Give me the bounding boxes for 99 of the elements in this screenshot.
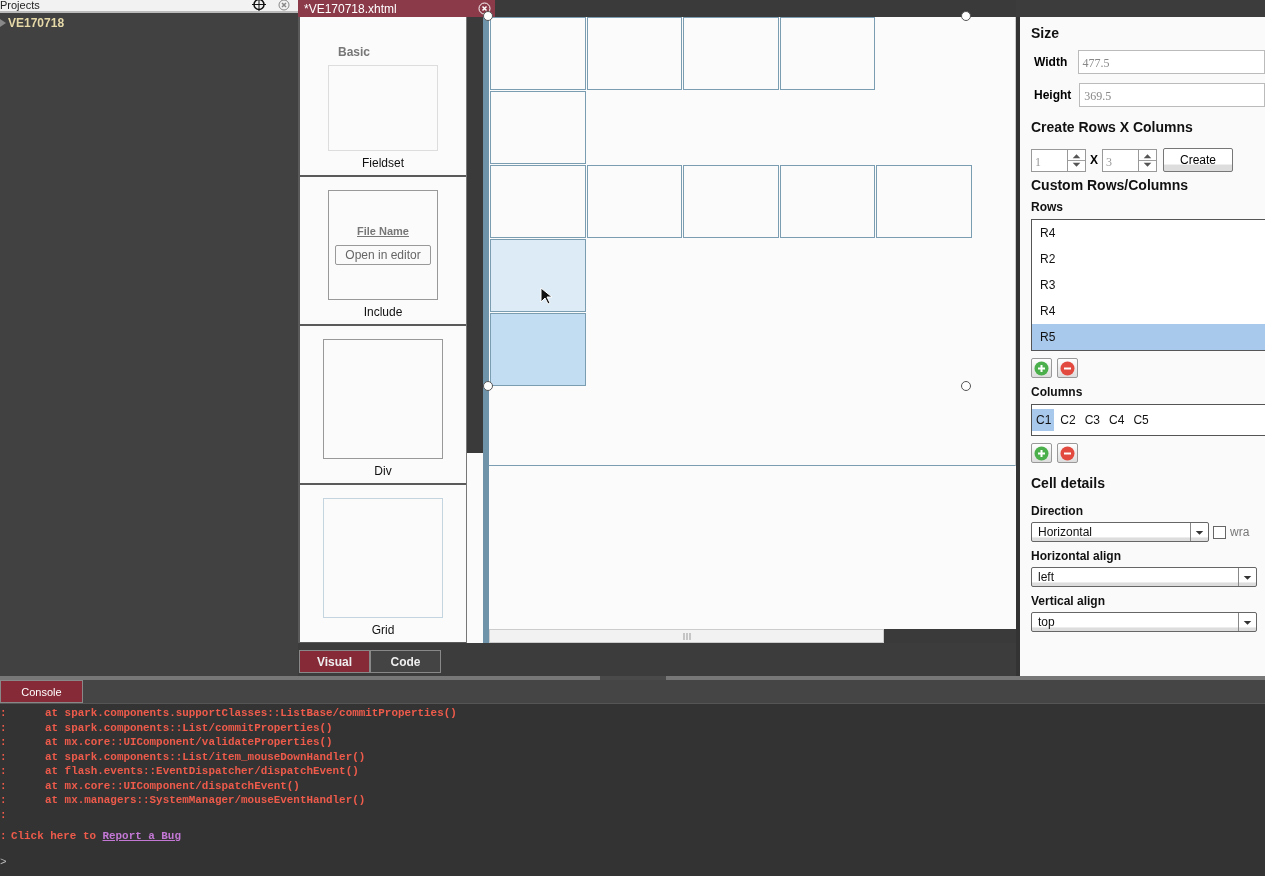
console-prompt: >	[0, 855, 8, 868]
resize-handle[interactable]	[483, 381, 493, 391]
editor-tab[interactable]: *VE170718.xhtml	[298, 0, 495, 17]
panel-title: Projects	[0, 0, 41, 11]
spinner-arrows-icon	[1067, 149, 1085, 171]
grid-cell[interactable]	[586, 165, 682, 238]
view-tab[interactable]: Visual	[299, 650, 370, 673]
list-item[interactable]: R4	[1032, 298, 1265, 324]
palette-item-label: Grid	[371, 623, 395, 637]
grid-cell[interactable]	[490, 313, 586, 386]
list-item[interactable]: C5	[1129, 409, 1152, 431]
console-line: at spark.components.supportClasses::ListBase/commitProperties()	[45, 706, 457, 721]
grid-cell[interactable]	[490, 239, 586, 312]
times-label: X	[1090, 153, 1098, 167]
add-button[interactable]	[1031, 443, 1052, 463]
minus-icon	[1060, 445, 1075, 461]
grid-cell[interactable]	[683, 165, 779, 238]
console-line: at mx.core::UIComponent/dispatchEvent()	[45, 778, 300, 793]
console-line: at mx.core::UIComponent/validateProperties()	[45, 735, 333, 750]
palette-item[interactable]: Basic Fieldset	[300, 17, 466, 175]
console-line: at spark.components::List/commitProperties()	[45, 720, 333, 735]
palette-item-label: Include	[363, 305, 403, 319]
remove-button[interactable]	[1057, 443, 1078, 463]
console-line: at spark.components::List/item_mouseDownHandler()	[45, 749, 366, 764]
list-item[interactable]: R5	[1032, 324, 1265, 350]
grip-icon	[681, 632, 692, 640]
palette-item[interactable]: File Name Open in editor Include	[300, 177, 466, 324]
horizontal-align-dropdown[interactable]: left	[1031, 567, 1257, 587]
direction-dropdown[interactable]: Horizontal	[1031, 522, 1209, 542]
palette-item[interactable]: Grid	[300, 485, 466, 642]
list-item[interactable]: C3	[1080, 409, 1104, 431]
add-button[interactable]	[1031, 358, 1052, 378]
line-prefix: :	[0, 706, 8, 721]
view-tab[interactable]: Code	[370, 650, 441, 673]
section-heading: Create Rows X Columns	[1031, 119, 1194, 135]
field-label: Width	[1034, 55, 1069, 69]
line-prefix: :	[0, 749, 8, 764]
field-label: Vertical align	[1031, 594, 1107, 608]
line-prefix: :	[0, 764, 8, 779]
console-tab[interactable]: Console	[0, 680, 83, 703]
report-bug-link[interactable]: Report a Bug	[102, 830, 181, 842]
grid-cell[interactable]	[683, 17, 779, 90]
section-heading: Cell details	[1031, 475, 1106, 491]
crosshair-icon[interactable]	[252, 0, 266, 11]
grid-cell[interactable]	[490, 17, 586, 90]
rows-label: Rows	[1031, 200, 1064, 214]
vertical-align-dropdown[interactable]: top	[1031, 612, 1257, 632]
expand-arrow-icon	[0, 19, 6, 27]
line-prefix: :	[0, 807, 8, 822]
line-prefix: :	[0, 793, 8, 808]
list-item[interactable]: R2	[1032, 246, 1265, 272]
spinner-arrows-icon	[1138, 149, 1156, 171]
list-item[interactable]: R4	[1032, 220, 1265, 246]
list-item[interactable]: R3	[1032, 272, 1265, 298]
grid-cell[interactable]	[490, 91, 586, 164]
grid-cell[interactable]	[490, 165, 586, 238]
line-prefix: :	[0, 720, 8, 735]
field-label: Height	[1034, 88, 1072, 102]
close-icon[interactable]	[278, 0, 290, 11]
grid-cell[interactable]	[779, 17, 875, 90]
field-label: Horizontal align	[1031, 549, 1122, 563]
mouse-cursor-icon	[540, 287, 552, 305]
console-line: at mx.managers::SystemManager/mouseEventHandler()	[45, 793, 366, 808]
console-line: at flash.events::EventDispatcher/dispatchEvent()	[45, 764, 359, 779]
open-in-editor-button[interactable]: Open in editor	[335, 245, 431, 265]
plus-icon	[1034, 445, 1049, 461]
resize-handle[interactable]	[961, 11, 971, 21]
list-item[interactable]: C2	[1056, 409, 1079, 431]
remove-button[interactable]	[1057, 358, 1078, 378]
plus-icon	[1034, 360, 1049, 376]
checkbox-label: wra	[1230, 525, 1250, 539]
palette-item-label: Div	[374, 464, 392, 478]
input-field[interactable]: 477.5	[1077, 50, 1265, 74]
line-prefix: :	[0, 735, 8, 750]
palette-item[interactable]: Div	[300, 326, 466, 483]
file-name-label: File Name	[357, 225, 409, 237]
scrollbar-thumb[interactable]	[467, 17, 483, 453]
list-item[interactable]: C4	[1105, 409, 1128, 431]
section-heading: Size	[1031, 25, 1060, 41]
grid-cell[interactable]	[586, 17, 682, 90]
grid-cell[interactable]	[876, 165, 972, 238]
checkbox[interactable]	[1213, 525, 1226, 539]
input-field[interactable]: 369.5	[1079, 83, 1265, 107]
resize-handle[interactable]	[483, 11, 493, 21]
line-prefix: :	[0, 829, 8, 844]
tree-item[interactable]: VE170718	[0, 13, 298, 30]
list-item[interactable]: C1	[1032, 409, 1055, 431]
line-prefix: :	[0, 778, 8, 793]
resize-handle[interactable]	[961, 381, 971, 391]
create-button[interactable]: Create	[1163, 148, 1233, 172]
console-line: Click here to Report a Bug	[11, 829, 181, 844]
minus-icon	[1060, 360, 1075, 376]
section-heading: Custom Rows/Columns	[1031, 177, 1190, 193]
scrollbar-thumb[interactable]	[489, 629, 884, 643]
grid-cell[interactable]	[779, 165, 875, 238]
palette-heading: Basic	[338, 45, 371, 59]
palette-item-label: Fieldset	[362, 156, 404, 170]
field-label: Direction	[1031, 504, 1084, 518]
columns-label: Columns	[1031, 385, 1084, 399]
